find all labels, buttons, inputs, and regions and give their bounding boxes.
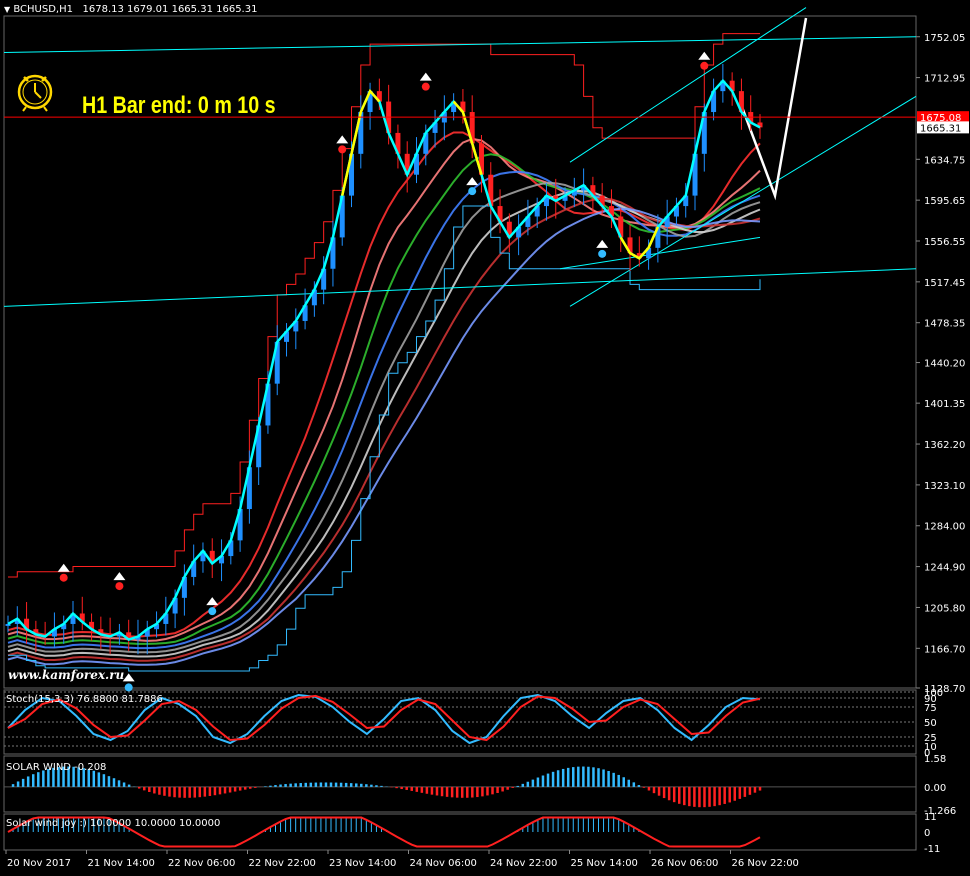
fractal-dot bbox=[700, 61, 709, 70]
chart-header: ▼ BCHUSD,H1 1678.13 1679.01 1665.31 1665… bbox=[4, 4, 257, 15]
joy-tick-label: 11 bbox=[924, 812, 937, 823]
smoothed-line-highlight bbox=[452, 100, 483, 176]
watermark: www.kamforex.ru bbox=[8, 668, 125, 682]
smoothed-price-line bbox=[7, 78, 761, 641]
panel-frame-2 bbox=[3, 755, 917, 813]
stoch-title: Stoch(15,3,3) 76.8800 81.7886 bbox=[6, 694, 163, 705]
fractal-dot bbox=[208, 607, 217, 616]
price-tick-label: 1440.20 bbox=[924, 359, 965, 370]
fractal-arrow-down-icon bbox=[336, 135, 349, 154]
time-tick-label: 24 Nov 06:00 bbox=[410, 858, 477, 869]
price-tick-label: 1244.90 bbox=[924, 563, 965, 574]
joy-tick-label: 0 bbox=[924, 828, 930, 839]
time-tick-label: 26 Nov 06:00 bbox=[651, 858, 718, 869]
fractal-arrows bbox=[57, 51, 711, 692]
fractal-arrow-head bbox=[336, 135, 349, 144]
smoothed-line bbox=[7, 78, 761, 641]
price-tick-label: 1634.75 bbox=[924, 155, 965, 166]
fractal-arrow-head bbox=[419, 72, 432, 81]
time-tick-label: 22 Nov 06:00 bbox=[168, 858, 235, 869]
time-tick-label: 26 Nov 22:00 bbox=[732, 858, 799, 869]
fractal-arrow-head bbox=[122, 673, 135, 682]
time-tick-label: 20 Nov 2017 bbox=[7, 858, 71, 869]
bid-price-label: 1665.31 bbox=[920, 123, 961, 134]
solar-tick-label: 1.58 bbox=[924, 754, 946, 765]
solar-wind-title: SOLAR WIND -0.208 bbox=[6, 762, 107, 773]
solar-wind-panel: 1.580.00-1.266 bbox=[4, 754, 956, 817]
time-tick-label: 22 Nov 22:00 bbox=[249, 858, 316, 869]
dropdown-triangle-icon[interactable]: ▼ bbox=[4, 5, 10, 14]
chart-svg: 1675.081665.31 1752.051712.951634.751595… bbox=[3, 7, 969, 869]
fractal-arrow-head bbox=[206, 597, 219, 606]
fractal-arrow-head bbox=[698, 51, 711, 60]
time-tick-label: 23 Nov 14:00 bbox=[329, 858, 396, 869]
fractal-dot bbox=[338, 145, 347, 154]
time-axis: 20 Nov 2017 21 Nov 14:00 22 Nov 06:00 22 No… bbox=[5, 850, 799, 869]
fractal-arrow-head bbox=[596, 239, 609, 248]
price-tick-label: 1323.10 bbox=[924, 481, 965, 492]
fractal-arrow-down-icon bbox=[57, 563, 70, 582]
price-tick-label: 1517.45 bbox=[924, 278, 965, 289]
channel-line bbox=[569, 7, 807, 163]
fractal-arrow-head bbox=[466, 177, 479, 186]
price-tick-label: 1712.95 bbox=[924, 74, 965, 85]
price-tick-label: 1362.20 bbox=[924, 440, 965, 451]
channel-line bbox=[3, 36, 917, 53]
time-tick-label: 25 Nov 14:00 bbox=[571, 858, 638, 869]
price-tick-label: 1752.05 bbox=[924, 33, 965, 44]
fractal-arrow-up-icon bbox=[596, 239, 609, 258]
fractal-arrow-down-icon bbox=[419, 72, 432, 91]
envelope-low bbox=[8, 205, 761, 672]
fractal-arrow-head bbox=[113, 572, 126, 581]
fractal-dot bbox=[468, 187, 477, 196]
bar-timer-label: H1 Bar end: 0 m 10 s bbox=[82, 92, 276, 119]
time-tick-label: 21 Nov 14:00 bbox=[88, 858, 155, 869]
ribbon-ma bbox=[7, 197, 761, 662]
price-tick-label: 1205.80 bbox=[924, 603, 965, 614]
fractal-arrow-down-icon bbox=[698, 51, 711, 70]
solar-wind-joy-title: Solar wind joy :) 10.0000 10.0000 10.000… bbox=[6, 818, 221, 829]
fractal-arrow-head bbox=[57, 563, 70, 572]
stoch-tick-label: 50 bbox=[924, 718, 937, 729]
ribbon-ma bbox=[7, 131, 761, 638]
price-tick-label: 1478.35 bbox=[924, 319, 965, 330]
trend-channel-lines[interactable] bbox=[3, 7, 917, 307]
fractal-arrow-down-icon bbox=[113, 572, 126, 591]
solar-tick-label: 0.00 bbox=[924, 783, 946, 794]
fractal-dot bbox=[421, 82, 430, 91]
fractal-dot bbox=[598, 249, 607, 258]
fractal-dot bbox=[115, 582, 124, 591]
price-tick-label: 1401.35 bbox=[924, 399, 965, 410]
ribbon-ma bbox=[7, 207, 761, 666]
price-tick-label: 1284.00 bbox=[924, 522, 965, 533]
fractal-arrow-up-icon bbox=[122, 673, 135, 692]
alarm-clock-icon bbox=[17, 74, 53, 112]
candlestick-series bbox=[5, 63, 763, 655]
fractal-dot bbox=[124, 683, 133, 692]
symbol-label: BCHUSD,H1 bbox=[13, 4, 73, 15]
joy-tick-label: -11 bbox=[924, 844, 940, 855]
time-tick-label: 24 Nov 22:00 bbox=[490, 858, 557, 869]
price-tick-label: 1166.70 bbox=[924, 644, 965, 655]
ohlc-values: 1678.13 1679.01 1665.31 1665.31 bbox=[82, 4, 258, 15]
price-tick-label: 1556.55 bbox=[924, 237, 965, 248]
stoch-tick-label: 75 bbox=[924, 703, 937, 714]
price-tick-label: 1595.65 bbox=[924, 196, 965, 207]
fractal-dot bbox=[59, 573, 68, 582]
